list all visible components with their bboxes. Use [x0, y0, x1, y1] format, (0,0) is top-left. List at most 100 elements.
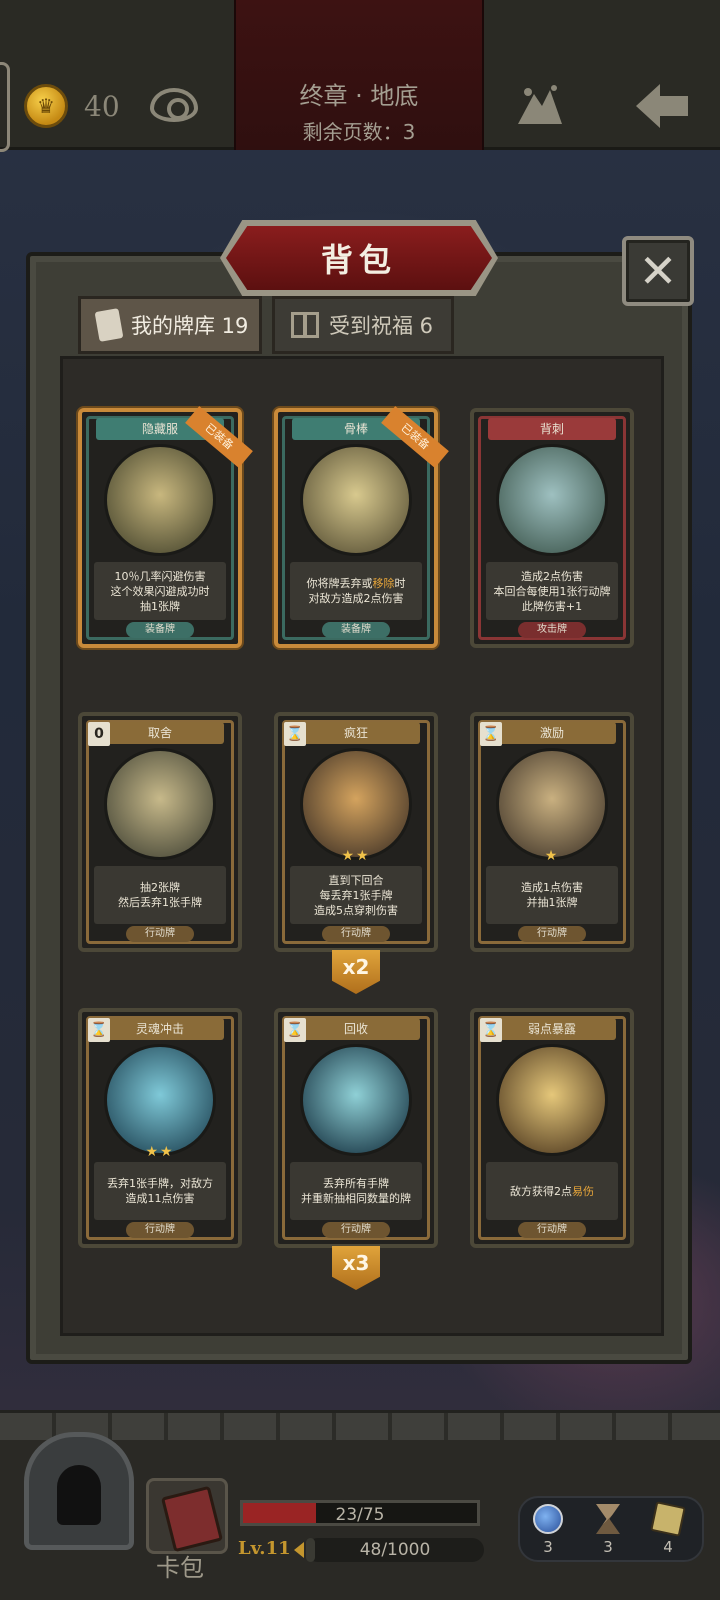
resource-panel: 3 3 4	[518, 1496, 704, 1562]
card-type: 攻击牌	[518, 622, 586, 638]
hourglass-cost-icon: ⌛	[480, 1018, 502, 1042]
card-description-line: 每丢弃1张手牌	[319, 888, 393, 902]
card[interactable]: ⌛ 灵魂冲击 ★★ 丢弃1张手牌，对敌方 造成11点伤害 行动牌	[78, 1008, 242, 1248]
card-description: 直到下回合 每丢弃1张手牌 造成5点穿刺伤害	[290, 866, 422, 924]
resource-value: 3	[543, 1538, 553, 1556]
card-description-line: 丢弃1张手牌，对敌方	[107, 1177, 213, 1190]
pages-left: 剩余页数：3	[302, 120, 416, 144]
hourglass-icon	[596, 1504, 620, 1534]
keyword-highlight: 易伤	[572, 1184, 594, 1198]
card-type: 行动牌	[126, 926, 194, 942]
card-description: 抽2张牌然后丢弃1张手牌	[94, 866, 226, 924]
card-name: 取舍	[96, 722, 224, 744]
card[interactable]: ⌛ 激励 ★ 造成1点伤害 并抽1张牌 行动牌	[470, 712, 634, 952]
card[interactable]: 隐藏服 10％几率闪避伤害 这个效果闪避成功时 抽1张牌 装备牌 已装备	[78, 406, 253, 648]
card-pack-button[interactable]	[146, 1478, 228, 1554]
card-description: 你将牌丢弃或移除时 对敌方造成2点伤害	[290, 562, 422, 620]
tab-blessings-label: 受到祝福 6	[329, 314, 434, 338]
resource-hourglass[interactable]: 3	[588, 1504, 628, 1556]
hp-bar: 23/75	[240, 1500, 480, 1526]
card-type: 行动牌	[322, 1222, 390, 1238]
xp-text: 48/1000	[359, 1540, 431, 1560]
card-type: 装备牌	[126, 622, 194, 638]
card-name: 弱点暴露	[488, 1018, 616, 1040]
card-type: 装备牌	[322, 622, 390, 638]
panel-title-ribbon: 背包	[226, 226, 492, 290]
card-description-line: 敌方获得2点易伤	[510, 1184, 594, 1198]
card-description-line: 丢弃所有手牌	[323, 1177, 389, 1190]
card[interactable]: ⌛ 弱点暴露敌方获得2点易伤 行动牌	[470, 1008, 634, 1248]
card-description-line: 对敌方造成2点伤害	[308, 592, 404, 605]
card[interactable]: 0 取舍抽2张牌然后丢弃1张手牌 行动牌	[78, 712, 242, 952]
card-name: 回收	[292, 1018, 420, 1040]
close-button[interactable]: ✕	[622, 236, 694, 306]
card-description-line: 并抽1张牌	[526, 896, 578, 909]
tab-blessings[interactable]: 受到祝福 6	[272, 296, 454, 354]
card-description-line: 造成11点伤害	[125, 1192, 195, 1205]
hourglass-cost-icon: ⌛	[284, 722, 306, 746]
card[interactable]: 背刺造成2点伤害 本回合每使用1张行动牌 此牌伤害+1 攻击牌	[470, 408, 634, 648]
card-description-line: 此牌伤害+1	[521, 599, 583, 613]
card-name: 疯狂	[292, 722, 420, 744]
level-label: Lv.11	[238, 1538, 291, 1559]
card-description-line: 然后丢弃1张手牌	[118, 896, 202, 909]
tab-my-deck[interactable]: 我的牌库 19	[78, 296, 262, 354]
card-art	[104, 444, 216, 556]
card-description: 丢弃所有手牌并重新抽相同数量的牌	[290, 1162, 422, 1220]
resource-value: 4	[663, 1538, 673, 1556]
potion-icon	[533, 1504, 563, 1534]
coin-count: 40	[84, 90, 120, 123]
card-description: 敌方获得2点易伤	[486, 1162, 618, 1220]
coin-icon: ♛	[24, 84, 68, 128]
chapter-title: 终章 · 地底	[299, 82, 419, 110]
card-type: 行动牌	[518, 926, 586, 942]
resource-cards[interactable]: 4	[648, 1501, 688, 1556]
back-arrow-icon[interactable]	[634, 82, 690, 130]
resource-potion[interactable]: 3	[528, 1504, 568, 1556]
card-description-line: 并重新抽相同数量的牌	[301, 1192, 411, 1205]
xp-arrow-icon	[294, 1542, 304, 1558]
card-art	[300, 444, 412, 556]
resource-value: 3	[603, 1538, 613, 1556]
hourglass-cost-icon: ⌛	[480, 722, 502, 746]
card-art	[104, 1044, 216, 1156]
card-description-line: 本回合每使用1张行动牌	[493, 584, 611, 598]
cards-icon	[650, 1501, 686, 1537]
left-edge-tab[interactable]	[0, 62, 10, 152]
card-pack-label: 卡包	[156, 1554, 204, 1582]
card-description-line: 10％几率闪避伤害	[114, 569, 206, 583]
card-description: 10％几率闪避伤害 这个效果闪避成功时 抽1张牌	[94, 562, 226, 620]
card-description: 造成2点伤害 本回合每使用1张行动牌 此牌伤害+1	[486, 562, 618, 620]
hourglass-cost-icon: ⌛	[284, 1018, 306, 1042]
gift-icon	[291, 312, 319, 338]
card[interactable]: 骨棒 你将牌丢弃或移除时 对敌方造成2点伤害 装备牌 已装备	[274, 406, 449, 648]
card-name: 灵魂冲击	[96, 1018, 224, 1040]
card-stars: ★★	[145, 1144, 175, 1160]
top-bar: ♛ 40 终章 · 地底 剩余页数：3	[0, 0, 720, 152]
paw-icon[interactable]	[514, 84, 566, 128]
card[interactable]: ⌛ 疯狂 ★★ 直到下回合 每丢弃1张手牌 造成5点穿刺伤害 行动牌	[274, 712, 438, 952]
card-description: 造成1点伤害 并抽1张牌	[486, 866, 618, 924]
card-description: 丢弃1张手牌，对敌方 造成11点伤害	[94, 1162, 226, 1220]
card-type: 行动牌	[518, 1222, 586, 1238]
card-art	[300, 748, 412, 860]
card-description-line: 抽1张牌	[140, 599, 180, 613]
card-art	[300, 1044, 412, 1156]
hourglass-cost-icon: ⌛	[88, 1018, 110, 1042]
hp-text: 23/75	[335, 1505, 385, 1525]
chapter-banner: 终章 · 地底 剩余页数：3	[234, 0, 484, 150]
card-description-line: 这个效果闪避成功时	[110, 584, 210, 598]
hero-portrait[interactable]	[24, 1432, 134, 1550]
card-name: 激励	[488, 722, 616, 744]
eye-icon[interactable]	[150, 88, 198, 122]
card-art	[496, 444, 608, 556]
xp-bar: 48/1000	[306, 1538, 484, 1562]
card[interactable]: ⌛ 回收丢弃所有手牌并重新抽相同数量的牌 行动牌	[274, 1008, 438, 1248]
keyword-highlight: 移除	[372, 577, 395, 590]
cost-tag: 0	[88, 722, 110, 746]
card-description-line: 抽2张牌	[140, 881, 180, 894]
card-name: 背刺	[488, 418, 616, 440]
card-description-line: 造成1点伤害	[521, 881, 583, 894]
stone-wall	[0, 1410, 720, 1440]
card-description-line: 你将牌丢弃或移除时	[306, 577, 406, 590]
